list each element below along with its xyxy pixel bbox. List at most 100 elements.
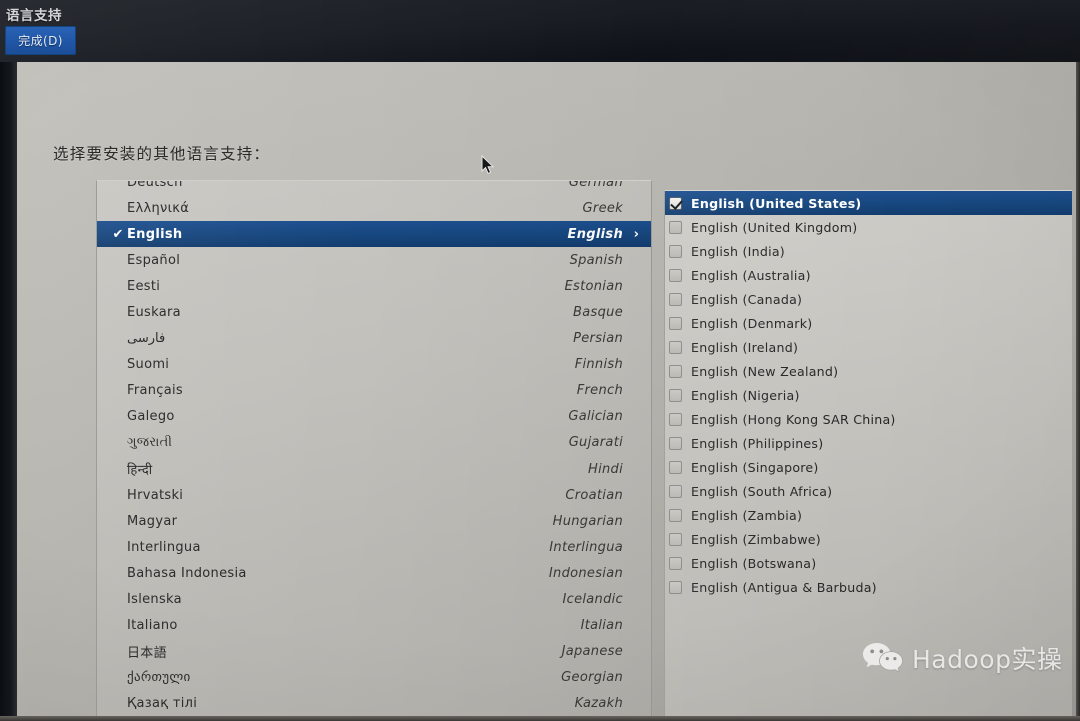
locale-row[interactable]: English (India) bbox=[665, 239, 1072, 263]
language-english-name: Basque bbox=[573, 305, 623, 321]
locale-label: English (Philippines) bbox=[691, 435, 824, 451]
language-list-scroll[interactable]: Deutsch German Ελληνικά Greek ✔ English Englis… bbox=[97, 181, 651, 721]
language-native-name: Қазақ тілі bbox=[127, 696, 198, 712]
checkbox-icon[interactable] bbox=[669, 508, 682, 522]
language-english-name: Hindi bbox=[588, 461, 623, 477]
checkbox-icon[interactable] bbox=[669, 268, 682, 282]
language-row[interactable]: ગુજરાતી Gujarati bbox=[97, 430, 651, 456]
language-row[interactable]: Eesti Estonian bbox=[97, 273, 651, 299]
language-english-name: French bbox=[576, 383, 623, 399]
locale-row[interactable]: English (New Zealand) bbox=[665, 359, 1072, 383]
wechat-watermark: Hadoop实操 bbox=[862, 640, 1062, 676]
locale-list-scroll[interactable]: English (United States) English (United K… bbox=[665, 191, 1072, 599]
language-native-name: Bahasa Indonesia bbox=[127, 565, 247, 581]
language-english-name: Croatian bbox=[565, 487, 623, 503]
language-row[interactable]: Deutsch German bbox=[97, 181, 651, 195]
locale-label: English (New Zealand) bbox=[691, 363, 839, 379]
language-row[interactable]: Suomi Finnish bbox=[97, 352, 651, 378]
locale-label: English (Australia) bbox=[691, 267, 811, 283]
language-list-panel[interactable]: Deutsch German Ελληνικά Greek ✔ English Englis… bbox=[96, 180, 652, 721]
window-title: 语言支持 bbox=[6, 8, 62, 24]
locale-row[interactable]: English (Zimbabwe) bbox=[665, 527, 1072, 551]
language-row[interactable]: Magyar Hungarian bbox=[97, 508, 651, 534]
header-glare bbox=[0, 0, 1080, 62]
locale-row[interactable]: English (Antigua & Barbuda) bbox=[665, 575, 1072, 599]
locale-label: English (Zimbabwe) bbox=[691, 531, 821, 547]
language-row[interactable]: Galego Galician bbox=[97, 404, 651, 430]
language-row[interactable]: Қазақ тілі Kazakh bbox=[97, 691, 651, 717]
right-screen-bezel bbox=[1076, 62, 1080, 721]
locale-row[interactable]: English (Canada) bbox=[665, 287, 1072, 311]
locale-label: English (Ireland) bbox=[691, 339, 799, 355]
locale-row[interactable]: English (Nigeria) bbox=[665, 383, 1072, 407]
checkbox-icon[interactable] bbox=[669, 460, 682, 474]
language-row[interactable]: हिन्दी Hindi bbox=[97, 456, 651, 482]
locale-label: English (United Kingdom) bbox=[691, 219, 858, 235]
checkbox-icon[interactable] bbox=[669, 316, 682, 330]
locale-row[interactable]: English (Hong Kong SAR China) bbox=[665, 407, 1072, 431]
language-native-name: Italiano bbox=[127, 618, 178, 634]
checkbox-icon[interactable] bbox=[669, 532, 682, 546]
language-row[interactable]: Ελληνικά Greek bbox=[97, 195, 651, 221]
checkbox-icon[interactable] bbox=[669, 292, 682, 306]
language-english-name: Hungarian bbox=[552, 513, 623, 529]
language-row[interactable]: Italiano Italian bbox=[97, 613, 651, 639]
locale-label: English (South Africa) bbox=[691, 483, 833, 499]
checkbox-icon[interactable] bbox=[669, 364, 682, 378]
language-row[interactable]: Íslenska Icelandic bbox=[97, 587, 651, 613]
locale-label: English (Hong Kong SAR China) bbox=[691, 411, 896, 427]
language-row[interactable]: Español Spanish bbox=[97, 247, 651, 273]
language-english-name: Persian bbox=[573, 331, 623, 347]
locale-row[interactable]: English (Denmark) bbox=[665, 311, 1072, 335]
language-native-name: Hrvatski bbox=[127, 487, 184, 503]
language-row[interactable]: ქართული Georgian bbox=[97, 665, 651, 691]
checkbox-icon[interactable] bbox=[669, 412, 682, 426]
language-row[interactable]: ✔ English English › bbox=[97, 221, 651, 248]
language-row[interactable]: Hrvatski Croatian bbox=[97, 482, 651, 508]
language-native-name: Íslenska bbox=[127, 592, 182, 608]
locale-row[interactable]: English (Australia) bbox=[665, 263, 1072, 287]
locale-row[interactable]: English (Botswana) bbox=[665, 551, 1072, 575]
locale-label: English (India) bbox=[691, 243, 785, 259]
language-native-name: ქართული bbox=[127, 670, 191, 686]
wechat-icon bbox=[862, 641, 904, 675]
checkbox-icon[interactable] bbox=[669, 220, 682, 234]
checkbox-icon[interactable] bbox=[669, 580, 682, 594]
locale-label: English (Nigeria) bbox=[691, 387, 800, 403]
language-row[interactable]: Bahasa Indonesia Indonesian bbox=[97, 560, 651, 586]
language-native-name: Magyar bbox=[127, 513, 178, 529]
checkbox-icon[interactable] bbox=[669, 436, 682, 450]
locale-row[interactable]: English (United States) bbox=[665, 191, 1072, 215]
locale-row[interactable]: English (Singapore) bbox=[665, 455, 1072, 479]
language-native-name: हिन्दी bbox=[127, 463, 153, 479]
checkbox-icon[interactable] bbox=[669, 244, 682, 258]
language-english-name: Kazakh bbox=[574, 696, 623, 712]
language-row[interactable]: Euskara Basque bbox=[97, 299, 651, 325]
language-native-name: 日本語 bbox=[127, 646, 167, 662]
checkbox-checked-icon[interactable] bbox=[669, 196, 682, 210]
locale-row[interactable]: English (Ireland) bbox=[665, 335, 1072, 359]
locale-row[interactable]: English (South Africa) bbox=[665, 479, 1072, 503]
screen-root: 语言支持 完成(D) 选择要安装的其他语言支持： Deutsch German Ελ… bbox=[0, 0, 1080, 721]
language-row[interactable]: فارسی Persian bbox=[97, 326, 651, 352]
locale-label: English (Zambia) bbox=[691, 507, 803, 523]
language-native-name: Français bbox=[127, 383, 183, 399]
checkbox-icon[interactable] bbox=[669, 556, 682, 570]
locale-row[interactable]: English (United Kingdom) bbox=[665, 215, 1072, 239]
locale-row[interactable]: English (Philippines) bbox=[665, 431, 1072, 455]
checkbox-icon[interactable] bbox=[669, 340, 682, 354]
language-english-name: English bbox=[567, 226, 623, 242]
locale-label: English (United States) bbox=[691, 195, 862, 211]
locale-label: English (Singapore) bbox=[691, 459, 819, 475]
done-button[interactable]: 完成(D) bbox=[5, 26, 76, 55]
language-row[interactable]: Interlingua Interlingua bbox=[97, 534, 651, 560]
language-english-name: Georgian bbox=[561, 670, 623, 686]
checkbox-icon[interactable] bbox=[669, 484, 682, 498]
language-english-name: Interlingua bbox=[549, 539, 623, 555]
locale-row[interactable]: English (Zambia) bbox=[665, 503, 1072, 527]
language-english-name: Italian bbox=[580, 618, 623, 634]
language-row[interactable]: 日本語 Japanese bbox=[97, 639, 651, 665]
checkbox-icon[interactable] bbox=[669, 388, 682, 402]
language-native-name: ગુજરાતી bbox=[127, 435, 173, 451]
language-row[interactable]: Français French bbox=[97, 378, 651, 404]
